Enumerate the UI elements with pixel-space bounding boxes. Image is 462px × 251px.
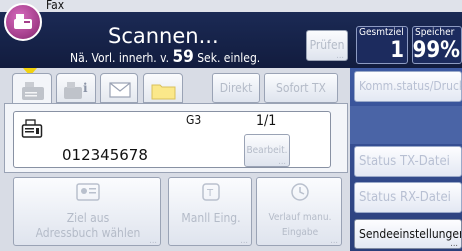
addressbook-label-line2: Adressbuch wählen (35, 226, 141, 240)
fax-number: 012345678 (62, 146, 148, 164)
email-icon (109, 82, 131, 98)
memory-value: 99% (412, 38, 460, 63)
right-panel-stripe (350, 106, 462, 144)
tx-file-status-button[interactable]: Status TX-Datei (354, 146, 462, 177)
select-from-addressbook-button[interactable]: Ziel aus Adressbuch wählen ... (13, 177, 161, 246)
immediate-tx-button[interactable]: Sofort TX (264, 73, 338, 103)
total-label: Gesmtziel (359, 27, 404, 38)
page-counter: 1/1 (256, 113, 277, 129)
addressbook-label-line1: Ziel aus (66, 211, 110, 225)
fax-info-icon: i (64, 81, 88, 99)
direct-button[interactable]: Direkt (212, 73, 260, 103)
manual-entry-button[interactable]: T Manll Eing. ... (168, 177, 252, 246)
addressbook-icon (76, 183, 100, 201)
memory-label: Speicher (415, 27, 455, 38)
keyboard-entry-icon: T (202, 183, 220, 201)
fax-tab-icon (22, 82, 44, 100)
tab-folder[interactable] (143, 73, 183, 103)
edit-button[interactable]: Bearbeit.... (244, 134, 290, 167)
check-button[interactable]: Prüfen... (306, 30, 348, 61)
total-destinations-box: Gesmtziel 1 (356, 26, 408, 64)
fax-destination-icon (21, 119, 43, 138)
total-value: 1 (390, 38, 404, 63)
rx-file-status-button[interactable]: Status RX-Datei (354, 182, 462, 213)
tab-fax-destination[interactable] (12, 73, 52, 104)
manual-entry-label: Manll Eing. (181, 211, 241, 225)
line-type: G3 (186, 113, 202, 127)
app-title: Fax (46, 0, 65, 12)
memory-box: Speicher 99% (412, 26, 462, 64)
status-sub: Nä. Vorl. innerh. v. 59 Sek. einleg. (70, 47, 261, 67)
history-manual-entry-button[interactable]: Verlauf manu. Eingabe ... (256, 177, 342, 246)
folder-icon (151, 84, 176, 100)
svg-text:i: i (83, 81, 88, 95)
tab-email[interactable] (100, 73, 138, 103)
fax-app-icon (4, 3, 42, 41)
svg-text:T: T (206, 188, 214, 199)
history-label-line1: Verlauf manu. (268, 212, 332, 223)
status-main: Scannen... (108, 24, 219, 48)
history-clock-icon (291, 183, 309, 201)
send-settings-button[interactable]: Sendeeinstellungen... (354, 219, 462, 249)
tab-fax-info[interactable]: i (56, 73, 96, 103)
comm-status-button[interactable]: Komm.status/Druck. (354, 71, 462, 102)
destination-entry[interactable]: G3 1/1 012345678 Bearbeit.... (13, 111, 331, 168)
